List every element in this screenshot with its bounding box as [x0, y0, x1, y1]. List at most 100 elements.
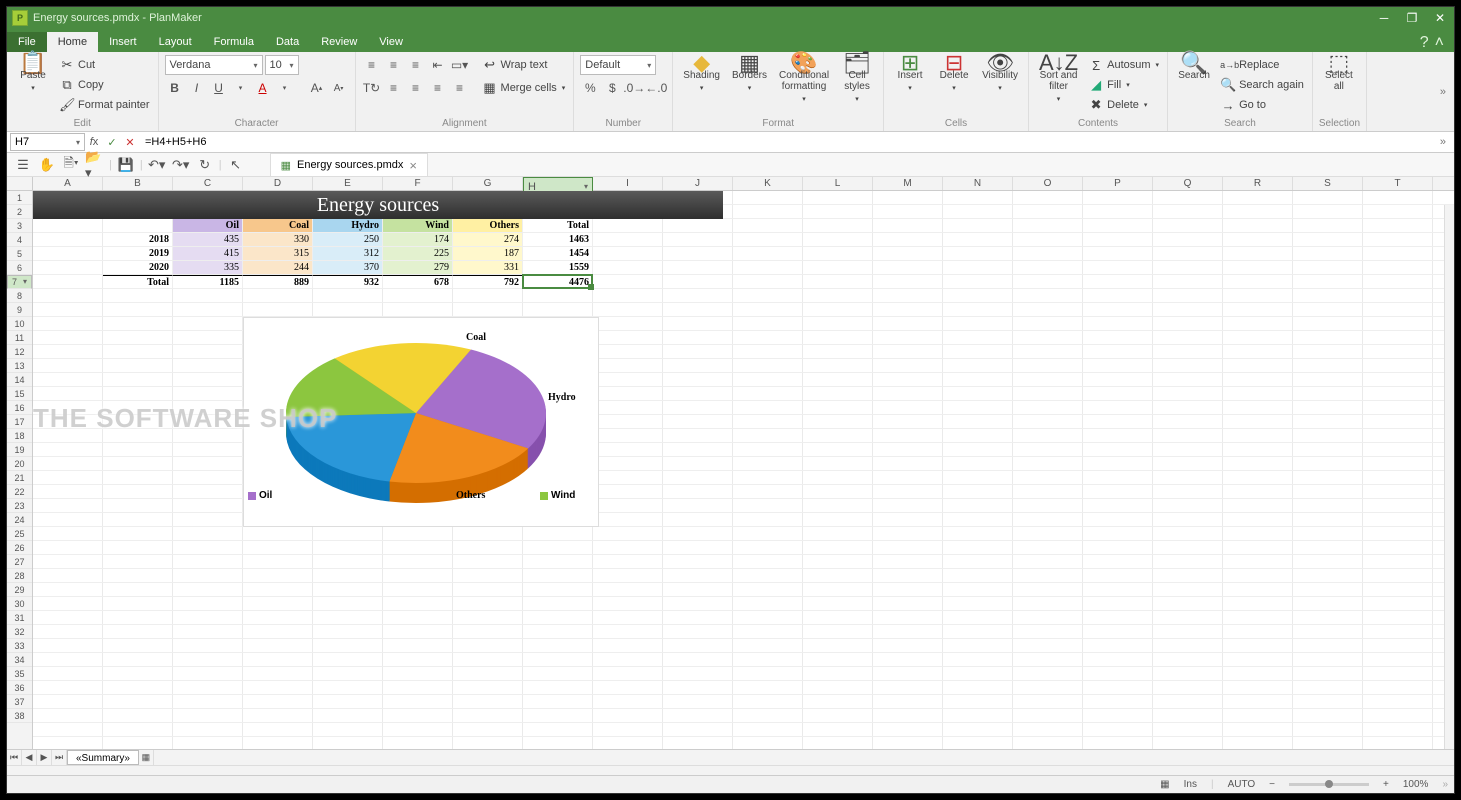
row-header-29[interactable]: 29 [7, 583, 32, 597]
redo-icon[interactable]: ↷▾ [171, 155, 191, 175]
tab-insert[interactable]: Insert [98, 32, 148, 52]
underline-more-icon[interactable]: ▾ [231, 78, 251, 98]
cell[interactable]: 274 [453, 233, 523, 247]
zoom-slider[interactable] [1289, 783, 1369, 786]
cell[interactable]: 335 [173, 261, 243, 275]
cell[interactable]: 370 [313, 261, 383, 275]
row-header-9[interactable]: 9 [7, 303, 32, 317]
column-header-F[interactable]: F [383, 177, 453, 190]
cell[interactable]: 2020 [103, 261, 173, 275]
column-header-O[interactable]: O [1013, 177, 1083, 190]
italic-button[interactable]: I [187, 78, 207, 98]
open-doc-icon[interactable]: 📂▾ [85, 155, 105, 175]
cell[interactable]: 225 [383, 247, 453, 261]
cell[interactable]: Coal [243, 219, 313, 233]
sort-filter-button[interactable]: A↓ZSort and filter▾ [1035, 55, 1082, 107]
document-tab[interactable]: ▦ Energy sources.pmdx × [270, 153, 428, 176]
close-tab-icon[interactable]: × [409, 158, 417, 173]
view-mode-icon[interactable]: ▦ [1160, 779, 1169, 790]
cancel-button[interactable]: ✕ [121, 133, 139, 151]
conditional-formatting-button[interactable]: 🎨Conditional formatting▾ [775, 55, 833, 107]
replace-button[interactable]: a→bReplace [1218, 55, 1306, 75]
row-header-36[interactable]: 36 [7, 681, 32, 695]
row-header-4[interactable]: 4 [7, 233, 32, 247]
cell[interactable]: 678 [383, 275, 453, 289]
fill-button[interactable]: ◢Fill▾ [1086, 75, 1161, 95]
column-header-K[interactable]: K [733, 177, 803, 190]
align-top-button[interactable]: ≡ [362, 55, 382, 75]
row-header-6[interactable]: 6 [7, 261, 32, 275]
cell[interactable]: 435 [173, 233, 243, 247]
row-header-24[interactable]: 24 [7, 513, 32, 527]
last-sheet-button[interactable]: ⏭ [52, 750, 67, 765]
cell[interactable]: Wind [383, 219, 453, 233]
rotate-text-button[interactable]: T↻ [362, 78, 382, 98]
row-header-8[interactable]: 8 [7, 289, 32, 303]
cell[interactable]: 1185 [173, 275, 243, 289]
column-header-L[interactable]: L [803, 177, 873, 190]
row-header-17[interactable]: 17 [7, 415, 32, 429]
row-header-3[interactable]: 3 [7, 219, 32, 233]
shrink-font-button[interactable]: A▾ [329, 78, 349, 98]
vertical-scrollbar[interactable] [1444, 205, 1454, 749]
paste-button[interactable]: 📋Paste▾ [13, 55, 53, 96]
maximize-button[interactable]: ❐ [1398, 7, 1426, 29]
delete-cells-button[interactable]: ⊟Delete▾ [934, 55, 974, 96]
visibility-button[interactable]: 👁Visibility▾ [978, 55, 1022, 96]
tab-layout[interactable]: Layout [148, 32, 203, 52]
currency-button[interactable]: $ [602, 78, 622, 98]
column-header-N[interactable]: N [943, 177, 1013, 190]
close-button[interactable]: ✕ [1426, 7, 1454, 29]
grow-font-button[interactable]: A▴ [307, 78, 327, 98]
font-color-button[interactable]: A [253, 78, 273, 98]
number-format-select[interactable]: Default [580, 55, 656, 75]
row-header-37[interactable]: 37 [7, 695, 32, 709]
tab-home[interactable]: Home [47, 32, 98, 52]
cell[interactable]: 4476 [523, 275, 593, 289]
row-header-26[interactable]: 26 [7, 541, 32, 555]
cell[interactable]: 244 [243, 261, 313, 275]
ribbon-collapse-icon[interactable]: ˄ [1435, 34, 1444, 52]
minimize-button[interactable]: ─ [1370, 7, 1398, 29]
align-right-button[interactable]: ≡ [428, 78, 448, 98]
column-header-I[interactable]: I [593, 177, 663, 190]
copy-button[interactable]: ⧉Copy [57, 75, 152, 95]
font-size-select[interactable]: 10 [265, 55, 299, 75]
cell[interactable]: 415 [173, 247, 243, 261]
first-sheet-button[interactable]: ⏮ [7, 750, 22, 765]
row-header-33[interactable]: 33 [7, 639, 32, 653]
autosum-button[interactable]: ΣAutosum▾ [1086, 55, 1161, 75]
cell[interactable]: Others [453, 219, 523, 233]
column-header-T[interactable]: T [1363, 177, 1433, 190]
column-header-G[interactable]: G [453, 177, 523, 190]
row-header-13[interactable]: 13 [7, 359, 32, 373]
row-header-15[interactable]: 15 [7, 387, 32, 401]
accept-button[interactable]: ✓ [103, 133, 121, 151]
cell-reference-input[interactable]: H7 [10, 133, 85, 151]
cell[interactable]: 1454 [523, 247, 593, 261]
cell-styles-button[interactable]: 🗂Cell styles▾ [837, 55, 877, 107]
row-header-14[interactable]: 14 [7, 373, 32, 387]
cell[interactable]: 1463 [523, 233, 593, 247]
percent-button[interactable]: % [580, 78, 600, 98]
undo-icon[interactable]: ↶▾ [147, 155, 167, 175]
new-doc-icon[interactable]: 🗎▾ [61, 155, 81, 175]
goto-button[interactable]: →Go to [1218, 95, 1306, 115]
align-center-button[interactable]: ≡ [406, 78, 426, 98]
row-header-28[interactable]: 28 [7, 569, 32, 583]
row-header-2[interactable]: 2 [7, 205, 32, 219]
row-header-32[interactable]: 32 [7, 625, 32, 639]
merge-cells-button[interactable]: ▦Merge cells▾ [480, 78, 568, 98]
decrease-decimal-button[interactable]: ←.0 [646, 78, 666, 98]
cursor-icon[interactable]: ↖ [226, 155, 246, 175]
orientation-button[interactable]: ▭▾ [450, 55, 470, 75]
column-header-R[interactable]: R [1223, 177, 1293, 190]
shading-button[interactable]: ◆Shading▾ [679, 55, 724, 96]
column-header-C[interactable]: C [173, 177, 243, 190]
pie-chart[interactable]: Coal Hydro Wind Others Oil [243, 317, 599, 527]
cell[interactable]: Oil [173, 219, 243, 233]
select-all-button[interactable]: ⬚Select all [1319, 55, 1359, 94]
row-header-38[interactable]: 38 [7, 709, 32, 723]
horizontal-scrollbar[interactable] [7, 765, 1454, 775]
underline-button[interactable]: U [209, 78, 229, 98]
